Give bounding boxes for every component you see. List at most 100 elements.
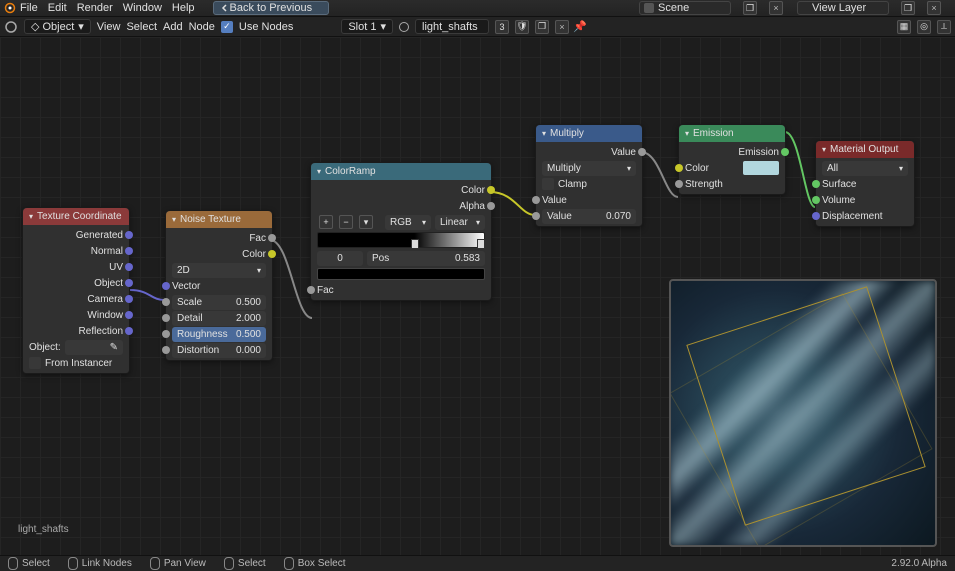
- ramp-index[interactable]: 0: [317, 251, 363, 266]
- noise-texture-node[interactable]: ▾Noise Texture Fac Color 2D▾ Vector Scal…: [165, 210, 273, 361]
- header-view-menu[interactable]: View: [97, 21, 121, 33]
- ramp-interp[interactable]: Linear▾: [435, 215, 485, 230]
- emission-node[interactable]: ▾Emission Emission Color Strength: [678, 124, 786, 195]
- color-ramp-node[interactable]: ▾ColorRamp Color Alpha + − ▾ RGB▾ Linear…: [310, 162, 492, 301]
- value-2-field[interactable]: Value0.070: [542, 209, 636, 224]
- in-color[interactable]: Color: [679, 160, 785, 176]
- user-count-label[interactable]: 3: [495, 20, 509, 34]
- node-header[interactable]: ▾ColorRamp: [311, 163, 491, 180]
- eyedropper-icon[interactable]: ✎: [110, 342, 118, 353]
- header-add-menu[interactable]: Add: [163, 21, 183, 33]
- node-header[interactable]: ▾Noise Texture: [166, 211, 272, 228]
- viewlayer-delete-button[interactable]: ×: [927, 1, 941, 15]
- ramp-color-row[interactable]: [317, 268, 485, 280]
- object-picker[interactable]: Object: ✎: [23, 339, 129, 355]
- status-bar: Select Link Nodes Pan View Select Box Se…: [0, 555, 955, 571]
- math-multiply-node[interactable]: ▾Multiply Value Multiply▾ Clamp Value Va…: [535, 124, 643, 227]
- mode-label: RGB: [390, 217, 412, 228]
- dim-label: 2D: [177, 265, 190, 276]
- menu-window[interactable]: Window: [123, 2, 162, 14]
- back-arrow-icon: [220, 3, 230, 13]
- out-color: Color: [311, 182, 491, 198]
- status-pan-view: Pan View: [150, 557, 206, 570]
- slot-select[interactable]: Slot 1▾: [341, 19, 393, 34]
- blender-logo-icon: [4, 2, 16, 14]
- chevron-down-icon: ▾: [78, 20, 84, 33]
- fake-user-button[interactable]: 🛡: [515, 20, 529, 34]
- header-opt3-button[interactable]: ⟂: [937, 20, 951, 34]
- output-target-select[interactable]: All▾: [822, 161, 908, 176]
- texture-coordinate-node[interactable]: ▾Texture Coordinate Generated Normal UV …: [22, 207, 130, 374]
- ramp-stop-1[interactable]: [477, 239, 485, 249]
- viewlayer-new-button[interactable]: ❐: [901, 1, 915, 15]
- editor-type-icon[interactable]: [4, 20, 18, 34]
- object-field[interactable]: ✎: [65, 340, 123, 355]
- header-opt2-button[interactable]: ◎: [917, 20, 931, 34]
- status-box-select: Box Select: [284, 557, 346, 570]
- v2-value: 0.070: [606, 211, 631, 222]
- use-nodes-label: Use Nodes: [239, 21, 293, 33]
- ramp-colmode[interactable]: RGB▾: [385, 215, 431, 230]
- ramp-add-stop[interactable]: +: [319, 215, 333, 229]
- clamp-checkbox[interactable]: Clamp: [536, 176, 642, 192]
- node-header[interactable]: ▾Texture Coordinate: [23, 208, 129, 225]
- out-color: Color: [166, 246, 272, 262]
- roughness-field[interactable]: Roughness0.500: [172, 327, 266, 342]
- detail-field[interactable]: Detail2.000: [172, 311, 266, 326]
- collapse-icon: ▾: [685, 129, 689, 138]
- material-name-field[interactable]: light_shafts: [415, 19, 489, 34]
- header-opt1-button[interactable]: ▦: [897, 20, 911, 34]
- scene-delete-button[interactable]: ×: [769, 1, 783, 15]
- pos-value: 0.583: [455, 253, 480, 264]
- menu-file[interactable]: File: [20, 2, 38, 14]
- node-title: Material Output: [830, 144, 898, 155]
- color-swatch[interactable]: [743, 161, 779, 175]
- in-value-1: Value: [536, 192, 642, 208]
- back-to-previous-button[interactable]: Back to Previous: [213, 1, 330, 15]
- collapse-icon: ▾: [172, 215, 176, 224]
- from-instancer-checkbox[interactable]: From Instancer: [23, 355, 129, 371]
- scene-new-button[interactable]: ❐: [743, 1, 757, 15]
- use-nodes-checkbox[interactable]: ✓: [221, 21, 233, 33]
- viewport-preview[interactable]: [669, 279, 937, 547]
- ramp-remove-stop[interactable]: −: [339, 215, 353, 229]
- index-value: 0: [337, 253, 343, 264]
- menu-render[interactable]: Render: [77, 2, 113, 14]
- node-header[interactable]: ▾Emission: [679, 125, 785, 142]
- node-header[interactable]: ▾Multiply: [536, 125, 642, 142]
- menu-help[interactable]: Help: [172, 2, 195, 14]
- scale-field[interactable]: Scale0.500: [172, 295, 266, 310]
- ramp-stop-0[interactable]: [411, 239, 419, 249]
- object-mode-select[interactable]: ◇ Object ▾: [24, 19, 91, 34]
- pin-icon[interactable]: 📌: [573, 20, 587, 34]
- ramp-pos[interactable]: Pos0.583: [367, 251, 485, 266]
- menu-edit[interactable]: Edit: [48, 2, 67, 14]
- ramp-menu[interactable]: ▾: [359, 215, 373, 229]
- viewlayer-field[interactable]: View Layer: [797, 1, 889, 15]
- material-output-node[interactable]: ▾Material Output All▾ Surface Volume Dis…: [815, 140, 915, 227]
- operation-select[interactable]: Multiply▾: [542, 161, 636, 176]
- dimensions-select[interactable]: 2D▾: [172, 263, 266, 278]
- object-picker-label: Object:: [29, 342, 61, 353]
- unlink-material-button[interactable]: ×: [555, 20, 569, 34]
- distortion-label: Distortion: [177, 345, 219, 356]
- node-editor-canvas[interactable]: ▾Texture Coordinate Generated Normal UV …: [0, 37, 955, 555]
- out-alpha: Alpha: [311, 198, 491, 214]
- out-value: Value: [536, 144, 642, 160]
- in-fac: Fac: [311, 282, 491, 298]
- header-node-menu[interactable]: Node: [189, 21, 215, 33]
- header-select-menu[interactable]: Select: [126, 21, 157, 33]
- slot-label: Slot 1: [348, 21, 376, 33]
- out-fac: Fac: [166, 230, 272, 246]
- viewlayer-label: View Layer: [812, 2, 866, 14]
- node-header[interactable]: ▾Material Output: [816, 141, 914, 158]
- material-list-icon[interactable]: [397, 20, 411, 34]
- node-title: Multiply: [550, 128, 584, 139]
- chevron-down-icon: ▾: [627, 164, 631, 173]
- scene-field[interactable]: Scene: [639, 1, 731, 15]
- mouse-left-icon: [8, 557, 18, 570]
- distortion-field[interactable]: Distortion0.000: [172, 343, 266, 358]
- in-displacement: Displacement: [816, 208, 914, 224]
- new-material-button[interactable]: ❐: [535, 20, 549, 34]
- ramp-gradient[interactable]: [317, 232, 485, 248]
